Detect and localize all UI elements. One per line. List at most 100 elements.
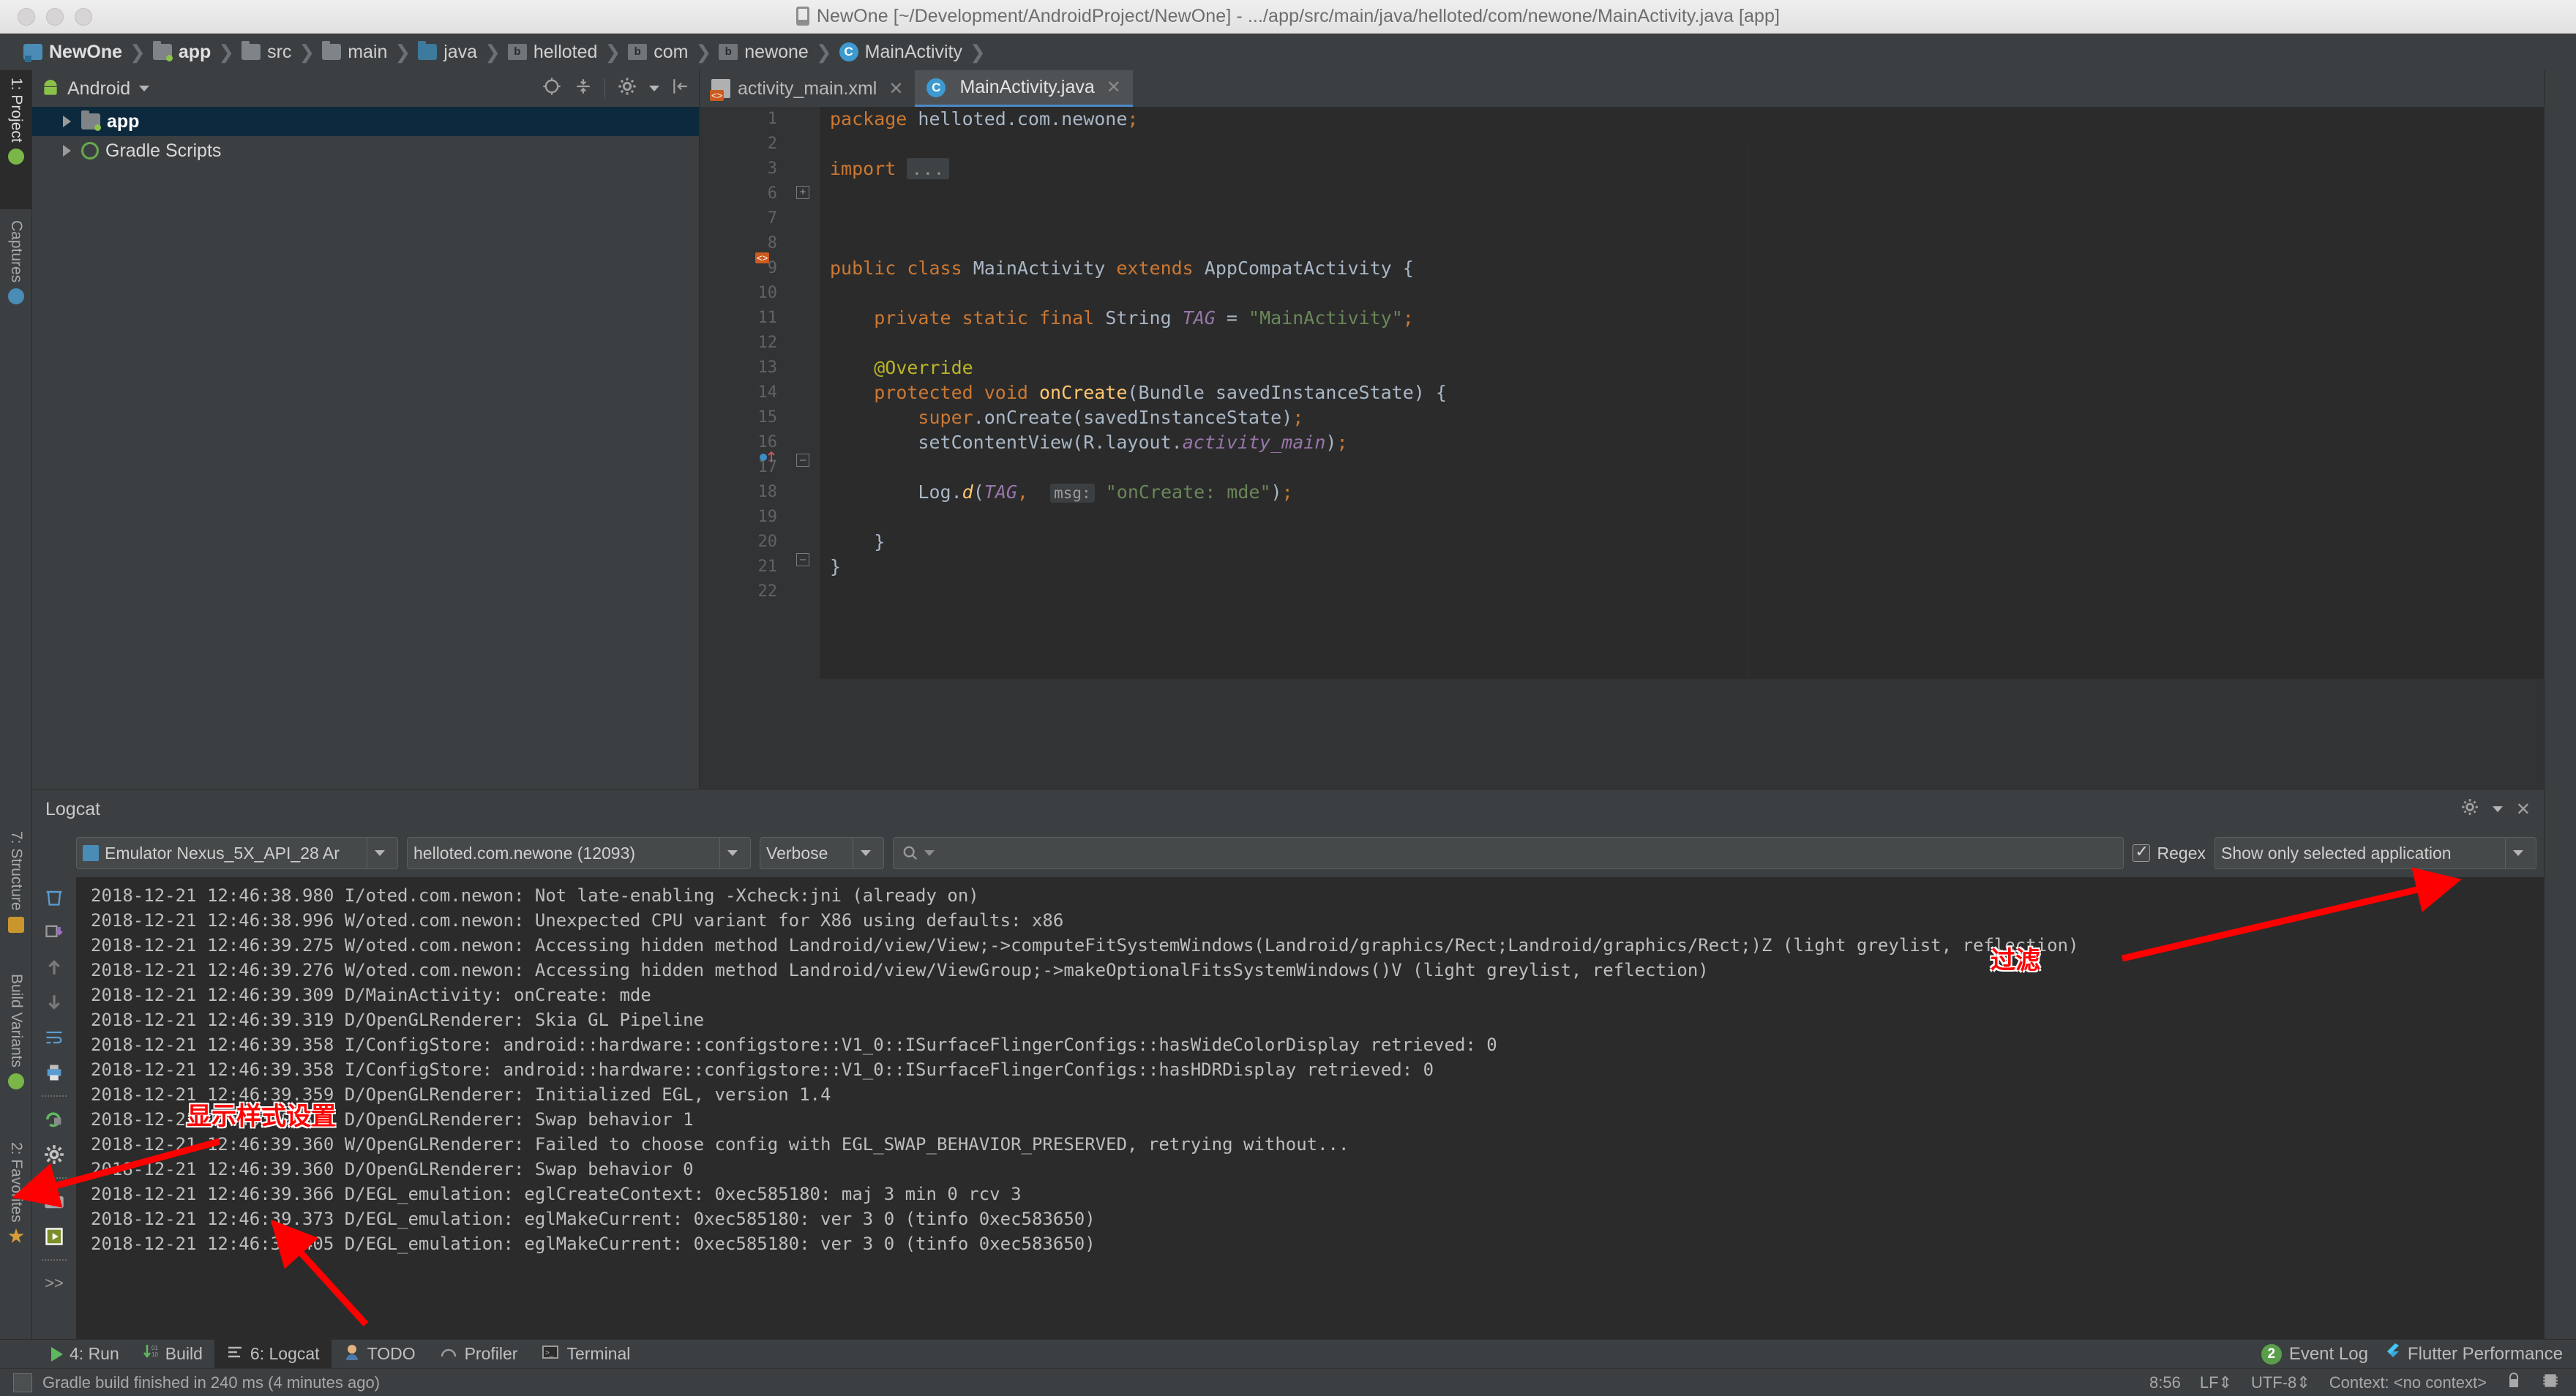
event-log-button[interactable]: 2 Event Log bbox=[2261, 1343, 2368, 1365]
process-selector[interactable]: helloted.com.newone (12093) bbox=[407, 837, 751, 869]
memory-indicator-icon[interactable] bbox=[2541, 1371, 2560, 1395]
folder-blue-icon bbox=[418, 41, 438, 60]
log-level-selector[interactable]: Verbose bbox=[760, 837, 884, 869]
bottom-tab-build[interactable]: 01 10 Build bbox=[131, 1340, 214, 1369]
sidebar-item-project[interactable]: 1: Project bbox=[0, 70, 32, 209]
bottom-tab-terminal[interactable]: >_ Terminal bbox=[529, 1340, 642, 1369]
close-tab-icon[interactable]: ✕ bbox=[888, 78, 903, 100]
breadcrumb-separator: ❯ bbox=[218, 40, 235, 63]
chevron-down-icon[interactable] bbox=[139, 86, 150, 91]
expand-icon[interactable]: >> bbox=[42, 1271, 67, 1296]
up-icon[interactable] bbox=[42, 955, 67, 980]
log-level-label: Verbose bbox=[766, 843, 828, 863]
chevron-down-icon[interactable] bbox=[367, 838, 392, 868]
lock-icon[interactable] bbox=[2506, 1371, 2522, 1395]
breadcrumb-item-newone[interactable]: NewOne bbox=[19, 34, 127, 70]
device-selector[interactable]: Emulator Nexus_5X_API_28 Ar bbox=[76, 837, 398, 869]
tab-mainactivity-java[interactable]: MainActivity.java ✕ bbox=[915, 70, 1133, 107]
bottom-tab-run[interactable]: 4: Run bbox=[40, 1340, 131, 1369]
sidebar-item-captures[interactable]: Captures bbox=[0, 213, 32, 352]
line-number: 12 bbox=[757, 334, 778, 352]
logcat-search-input[interactable] bbox=[893, 837, 2124, 869]
restart-icon[interactable] bbox=[42, 1107, 67, 1132]
breadcrumb-label: MainActivity bbox=[864, 41, 963, 62]
regex-checkbox[interactable] bbox=[2132, 842, 2150, 862]
collapse-all-icon[interactable] bbox=[574, 77, 593, 101]
close-icon[interactable]: ✕ bbox=[2516, 799, 2531, 820]
soft-wrap-icon[interactable] bbox=[42, 1025, 67, 1050]
breadcrumb-item-main[interactable]: main bbox=[318, 34, 392, 70]
line-number: 11 bbox=[757, 309, 778, 327]
divider bbox=[604, 78, 605, 99]
chevron-down-icon[interactable] bbox=[2505, 838, 2530, 868]
status-message: Gradle build finished in 240 ms (4 minut… bbox=[42, 1373, 381, 1392]
line-number: 14 bbox=[757, 383, 778, 402]
project-icon bbox=[23, 44, 42, 62]
sidebar-item-favorites[interactable]: 2: Favorites bbox=[0, 1135, 32, 1288]
settings-icon[interactable] bbox=[2460, 798, 2479, 822]
breadcrumb-label: main bbox=[348, 41, 388, 62]
java-class-icon bbox=[926, 78, 946, 97]
sidebar-item-build-variants[interactable]: Build Variants bbox=[0, 967, 32, 1131]
editor-empty-area bbox=[700, 679, 2544, 789]
chevron-down-icon[interactable] bbox=[2492, 806, 2503, 812]
breadcrumb-item-com[interactable]: com bbox=[624, 34, 692, 70]
gradle-icon bbox=[81, 142, 99, 160]
tool-window-label: 2: Favorites bbox=[8, 1142, 25, 1223]
screen-record-icon[interactable] bbox=[42, 1224, 67, 1249]
code-area[interactable]: 1 2 3 6 7 8 9 10 11 12 13 14 15 16 17 18… bbox=[700, 107, 2544, 789]
sidebar-item-structure[interactable]: 7: Structure bbox=[0, 824, 32, 963]
flutter-performance-button[interactable]: Flutter Performance bbox=[2384, 1342, 2563, 1366]
settings-icon[interactable] bbox=[617, 76, 637, 102]
android-icon bbox=[8, 148, 24, 165]
locate-icon[interactable] bbox=[542, 76, 562, 102]
fold-expand-icon[interactable]: + bbox=[796, 186, 809, 199]
chevron-down-icon[interactable] bbox=[649, 86, 659, 91]
chevron-down-icon[interactable] bbox=[719, 838, 744, 868]
chevron-right-icon[interactable] bbox=[63, 145, 71, 157]
fold-collapse-icon[interactable]: – bbox=[796, 454, 809, 467]
tree-item-gradle-scripts[interactable]: Gradle Scripts bbox=[32, 136, 699, 165]
settings-icon[interactable] bbox=[42, 1142, 67, 1167]
breadcrumb-label: java bbox=[443, 41, 478, 62]
caret-position[interactable]: 8:56 bbox=[2149, 1373, 2181, 1392]
breadcrumb-item-src[interactable]: src bbox=[237, 34, 296, 70]
print-icon[interactable] bbox=[42, 1060, 67, 1085]
close-tab-icon[interactable]: ✕ bbox=[1107, 77, 1121, 98]
filter-scope-selector[interactable]: Show only selected application bbox=[2214, 837, 2536, 869]
fold-collapse-icon[interactable]: – bbox=[796, 553, 809, 566]
file-encoding[interactable]: UTF-8⇕ bbox=[2251, 1373, 2310, 1392]
structure-icon bbox=[8, 916, 24, 933]
log-line: 2018-12-21 12:46:38.980 I/oted.com.newon… bbox=[91, 885, 979, 906]
override-marker-icon[interactable] bbox=[758, 448, 775, 464]
breadcrumb-item-java[interactable]: java bbox=[413, 34, 482, 70]
clear-logcat-icon[interactable] bbox=[42, 885, 67, 909]
line-number: 8 bbox=[767, 234, 777, 252]
breadcrumb-item-helloted[interactable]: helloted bbox=[503, 34, 602, 70]
breadcrumb-separator: ❯ bbox=[815, 40, 832, 63]
breadcrumb-item-mainactivity[interactable]: MainActivity bbox=[835, 34, 967, 70]
project-view-label[interactable]: Android bbox=[67, 78, 130, 100]
line-separator[interactable]: LF⇕ bbox=[2200, 1373, 2232, 1392]
log-line: 2018-12-21 12:46:39.309 D/MainActivity: … bbox=[91, 985, 651, 1005]
regex-toggle[interactable]: Regex bbox=[2132, 842, 2206, 863]
package-icon bbox=[507, 44, 527, 60]
hide-icon[interactable] bbox=[671, 77, 690, 101]
chevron-right-icon[interactable] bbox=[63, 116, 71, 127]
chevron-down-icon[interactable] bbox=[853, 838, 877, 868]
scroll-to-end-icon[interactable] bbox=[42, 920, 67, 945]
down-icon[interactable] bbox=[42, 990, 67, 1015]
breadcrumb-item-newone-pkg[interactable]: newone bbox=[714, 34, 813, 70]
tab-activity-main-xml[interactable]: activity_main.xml ✕ bbox=[700, 70, 915, 107]
tool-window-label: 7: Structure bbox=[8, 831, 25, 911]
breadcrumb-item-app[interactable]: app bbox=[149, 34, 215, 70]
bottom-tab-todo[interactable]: TODO bbox=[332, 1340, 427, 1369]
logcat-output[interactable]: 2018-12-21 12:46:38.980 I/oted.com.newon… bbox=[76, 877, 2544, 1339]
bottom-tab-logcat[interactable]: 6: Logcat bbox=[214, 1339, 332, 1369]
tree-item-app[interactable]: app bbox=[32, 107, 699, 136]
context-label[interactable]: Context: <no context> bbox=[2329, 1373, 2487, 1392]
screenshot-icon[interactable] bbox=[42, 1189, 67, 1214]
bottom-tab-profiler[interactable]: Profiler bbox=[427, 1340, 530, 1369]
